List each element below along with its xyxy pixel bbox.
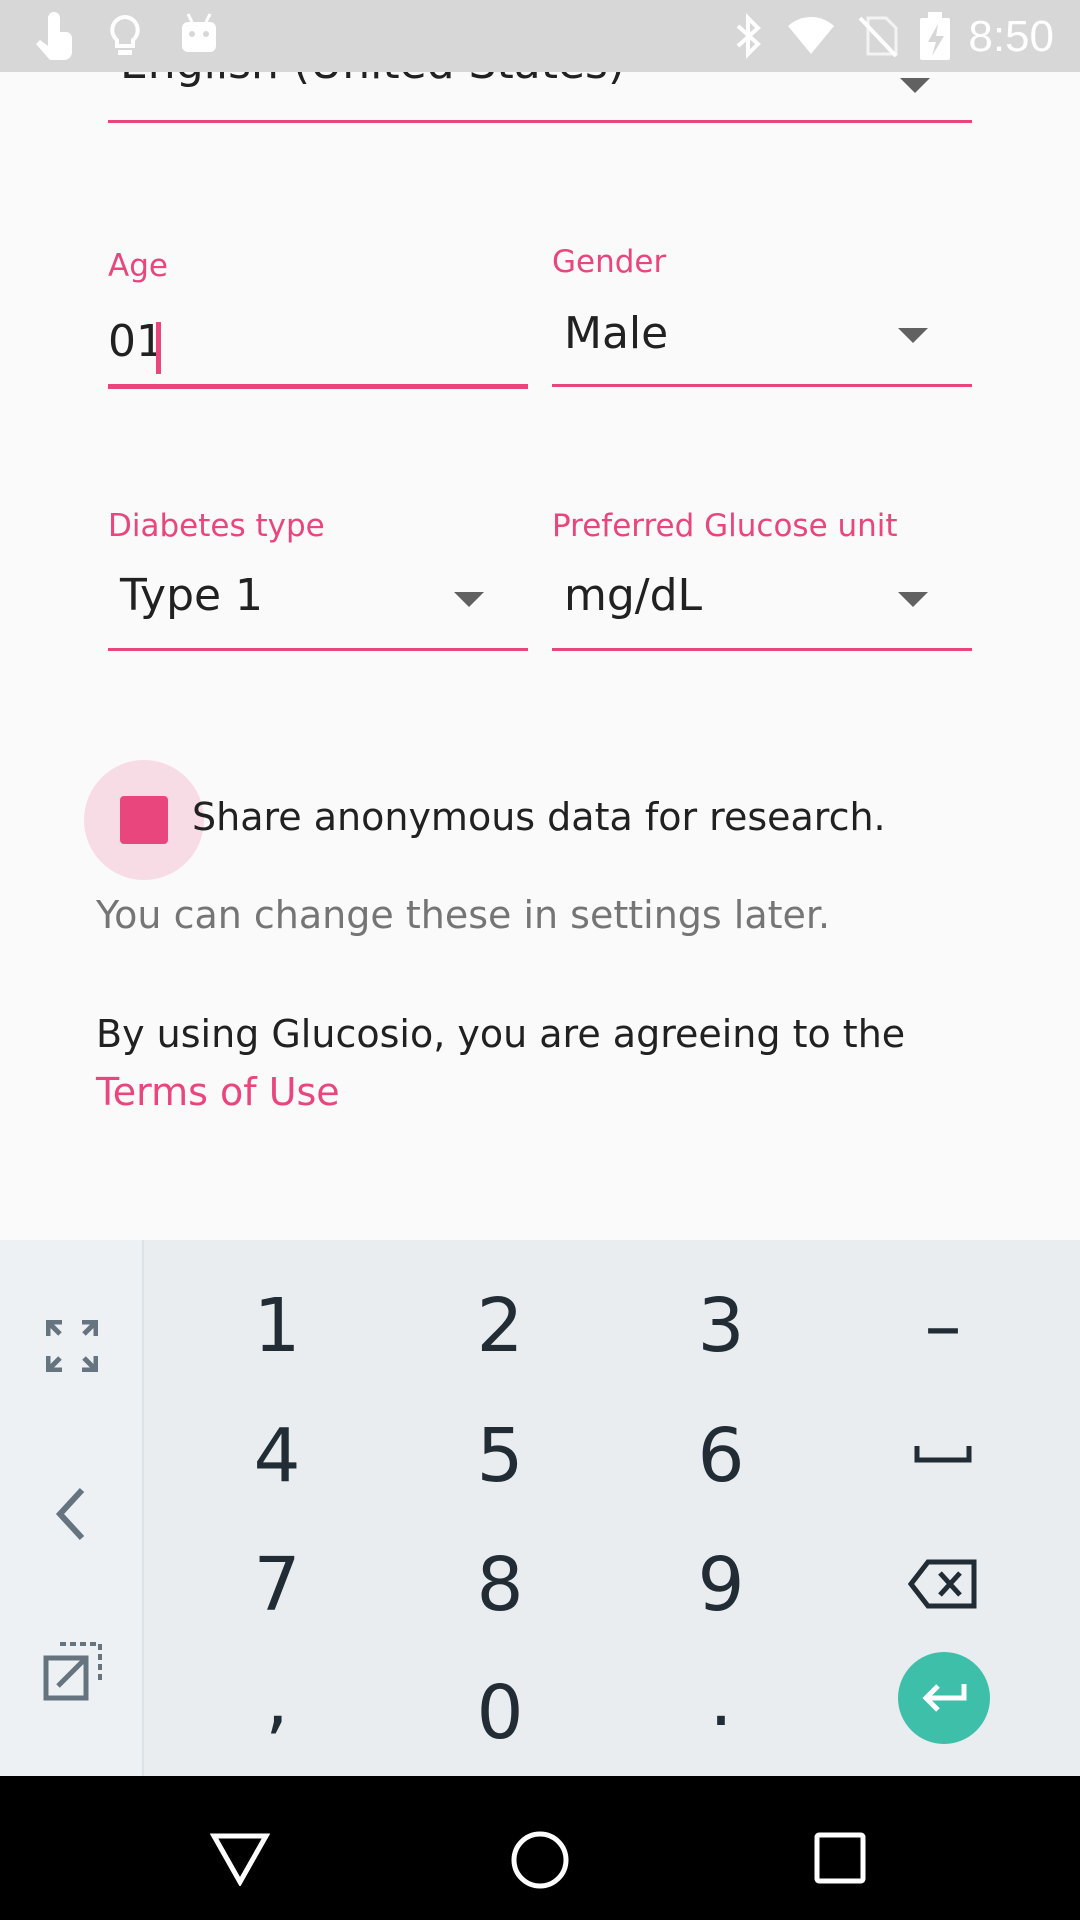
agreement-text: By using Glucosio, you are agreeing to t… xyxy=(96,1012,906,1056)
gender-label: Gender xyxy=(552,244,667,280)
enter-key[interactable] xyxy=(898,1652,990,1744)
key-0[interactable]: 0 xyxy=(420,1670,580,1756)
back-triangle-icon[interactable] xyxy=(210,1832,270,1886)
key-9[interactable]: 9 xyxy=(641,1542,801,1628)
settings-hint: You can change these in settings later. xyxy=(96,893,831,937)
gender-underline xyxy=(552,384,972,387)
popout-icon[interactable] xyxy=(42,1640,104,1702)
language-dropdown[interactable]: English (United States) xyxy=(108,72,972,124)
no-sim-icon xyxy=(858,16,898,58)
glucose-unit-dropdown[interactable]: mg/dL xyxy=(552,562,972,642)
fullscreen-icon[interactable] xyxy=(46,1320,98,1372)
diabetes-type-underline xyxy=(108,648,528,651)
age-underline xyxy=(108,384,528,389)
text-cursor xyxy=(156,322,161,374)
language-underline xyxy=(108,120,972,123)
diabetes-type-dropdown[interactable]: Type 1 xyxy=(108,562,528,642)
touch-icon xyxy=(36,12,72,60)
chevron-down-icon xyxy=(898,592,928,607)
key-5[interactable]: 5 xyxy=(420,1413,580,1499)
diabetes-type-label: Diabetes type xyxy=(108,508,325,544)
key-7[interactable]: 7 xyxy=(197,1542,357,1628)
space-key-icon[interactable] xyxy=(914,1444,972,1464)
diabetes-type-value: Type 1 xyxy=(120,570,264,621)
key-4[interactable]: 4 xyxy=(197,1413,357,1499)
key-comma[interactable]: , xyxy=(197,1657,357,1743)
key-2[interactable]: 2 xyxy=(420,1283,580,1369)
share-data-checkbox[interactable] xyxy=(120,796,168,844)
chevron-down-icon xyxy=(454,592,484,607)
lightbulb-icon xyxy=(110,14,140,55)
keyboard-side-panel xyxy=(0,1240,144,1776)
android-icon xyxy=(182,13,216,52)
backspace-icon[interactable] xyxy=(908,1558,978,1610)
home-circle-icon[interactable] xyxy=(510,1830,570,1890)
glucose-unit-label: Preferred Glucose unit xyxy=(552,508,898,544)
terms-link[interactable]: Terms of Use xyxy=(96,1070,340,1114)
key-dash[interactable]: – xyxy=(863,1283,1023,1369)
key-1[interactable]: 1 xyxy=(197,1283,357,1369)
key-period[interactable]: . xyxy=(641,1657,801,1743)
status-time: 8:50 xyxy=(968,12,1054,61)
chevron-down-icon xyxy=(898,328,928,343)
age-input[interactable]: 01 xyxy=(108,312,528,384)
gender-value: Male xyxy=(564,308,669,359)
share-data-label[interactable]: Share anonymous data for research. xyxy=(192,795,886,839)
key-6[interactable]: 6 xyxy=(641,1413,801,1499)
status-bar: 8:50 xyxy=(0,0,1080,72)
language-value: English (United States) xyxy=(120,72,625,89)
glucose-unit-underline xyxy=(552,648,972,651)
enter-icon xyxy=(922,1684,967,1712)
chevron-down-icon xyxy=(900,78,930,93)
back-chevron-icon[interactable] xyxy=(50,1484,90,1544)
recents-square-icon[interactable] xyxy=(814,1832,866,1884)
key-8[interactable]: 8 xyxy=(420,1542,580,1628)
wifi-icon xyxy=(788,17,834,54)
battery-icon xyxy=(920,12,950,60)
glucose-unit-value: mg/dL xyxy=(564,570,703,621)
gender-dropdown[interactable]: Male xyxy=(552,300,972,380)
key-3[interactable]: 3 xyxy=(641,1283,801,1369)
bluetooth-icon xyxy=(736,13,761,59)
navigation-bar xyxy=(0,1776,1080,1920)
age-label: Age xyxy=(108,248,168,284)
